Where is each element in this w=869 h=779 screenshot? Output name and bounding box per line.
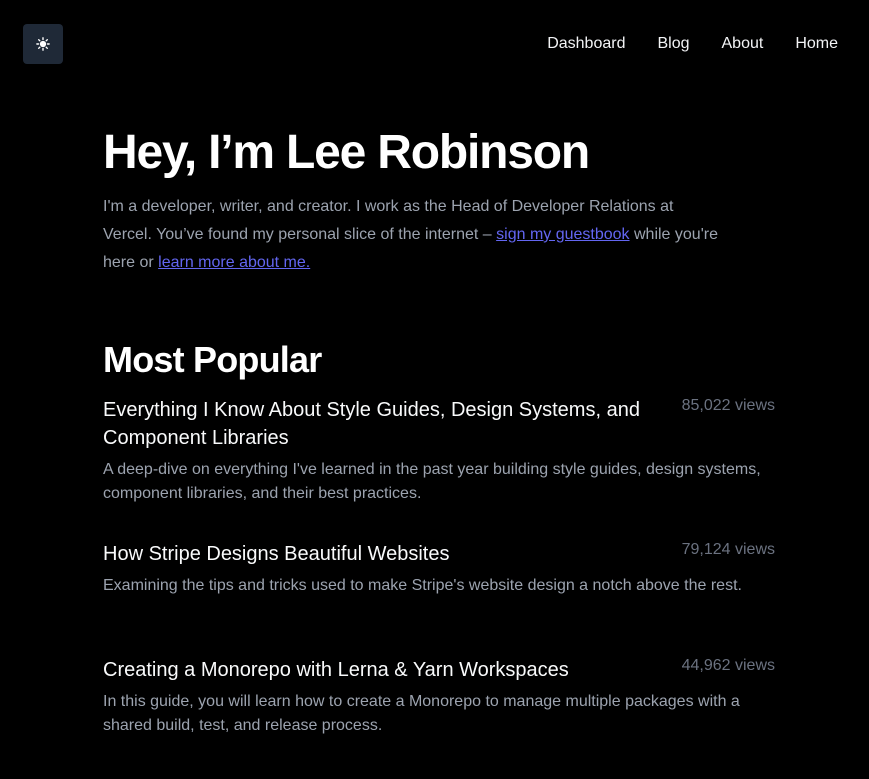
post-card[interactable]: Creating a Monorepo with Lerna & Yarn Wo…	[103, 656, 775, 738]
post-title[interactable]: Creating a Monorepo with Lerna & Yarn Wo…	[103, 656, 663, 684]
post-description: Examining the tips and tricks used to ma…	[103, 577, 742, 594]
post-title[interactable]: How Stripe Designs Beautiful Websites	[103, 540, 663, 568]
sun-icon	[36, 37, 50, 51]
post-description: A deep-dive on everything I've learned i…	[103, 461, 761, 502]
page-title: Hey, I’m Lee Robinson	[103, 126, 590, 179]
nav-link-blog[interactable]: Blog	[657, 33, 689, 55]
post-card[interactable]: Everything I Know About Style Guides, De…	[103, 396, 775, 506]
main-nav: Dashboard Blog About Home	[515, 33, 838, 55]
post-header: Everything I Know About Style Guides, De…	[103, 396, 775, 452]
post-views: 79,124 views	[681, 541, 775, 558]
post-views: 85,022 views	[681, 397, 775, 414]
nav-link-home[interactable]: Home	[795, 33, 838, 55]
top-navigation: Dashboard Blog About Home	[0, 0, 869, 88]
post-description: In this guide, you will learn how to cre…	[103, 693, 740, 734]
nav-link-dashboard[interactable]: Dashboard	[547, 33, 625, 55]
intro-paragraph: I'm a developer, writer, and creator. I …	[103, 193, 723, 277]
post-views: 44,962 views	[681, 657, 775, 674]
nav-link-about[interactable]: About	[722, 33, 764, 55]
post-card[interactable]: How Stripe Designs Beautiful Websites 79…	[103, 540, 775, 598]
about-link[interactable]: learn more about me.	[158, 254, 310, 271]
most-popular-heading: Most Popular	[103, 339, 322, 380]
guestbook-link[interactable]: sign my guestbook	[496, 226, 629, 243]
theme-toggle-button[interactable]	[23, 24, 63, 64]
post-header: How Stripe Designs Beautiful Websites 79…	[103, 540, 775, 568]
post-header: Creating a Monorepo with Lerna & Yarn Wo…	[103, 656, 775, 684]
post-title[interactable]: Everything I Know About Style Guides, De…	[103, 396, 663, 452]
